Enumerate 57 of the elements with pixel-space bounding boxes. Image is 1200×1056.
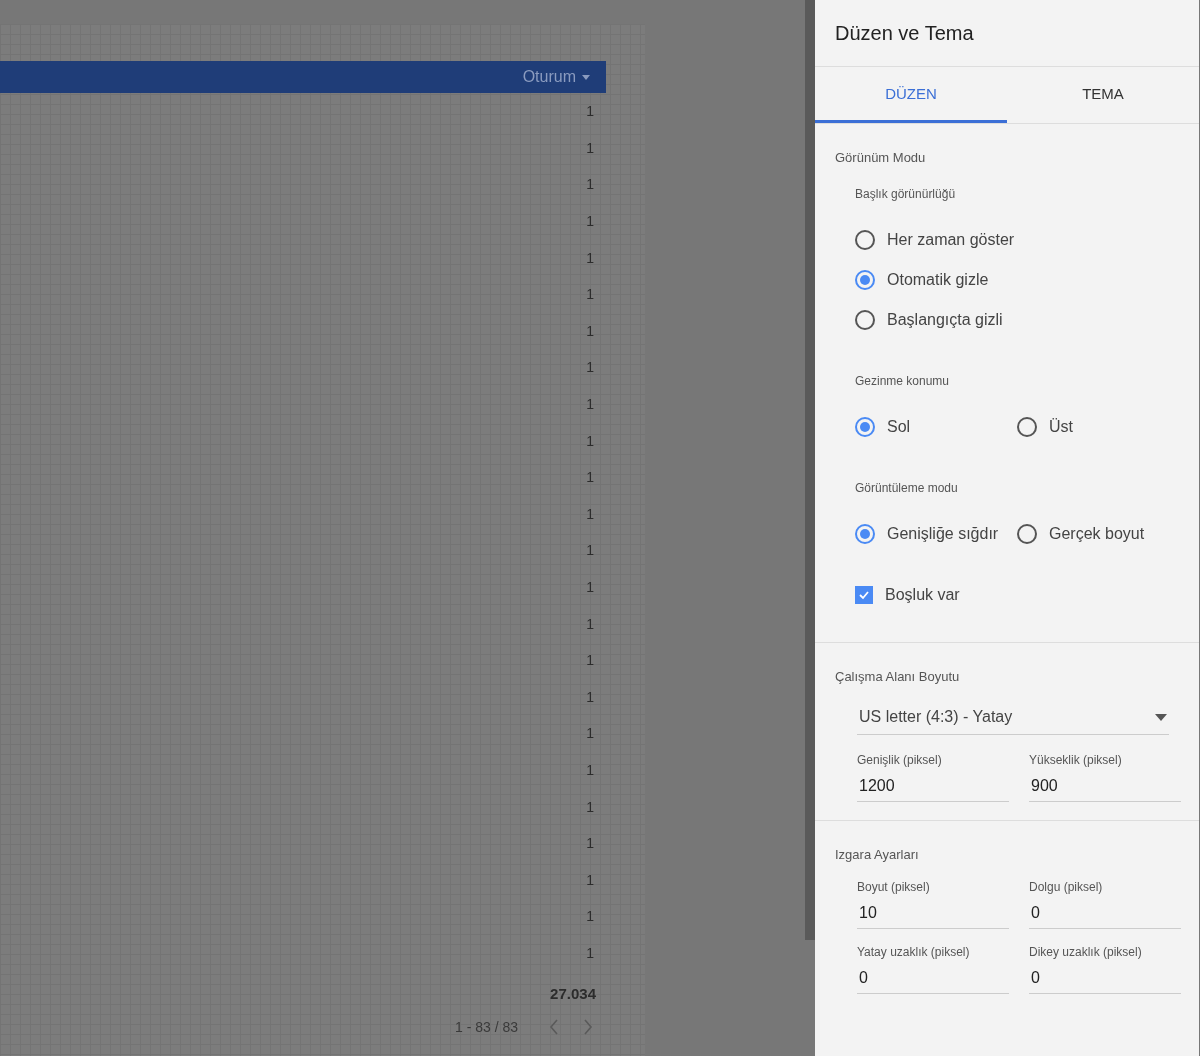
table-cell-text: 1 [585,907,595,927]
table-cell-text: 1 [585,395,595,415]
radio-option[interactable]: Her zaman göster [855,230,1179,250]
radio-option[interactable]: Gerçek boyut [1017,524,1179,544]
table-cell-text: 1 [585,724,595,744]
table-cell-text: 1 [585,651,595,671]
tab[interactable]: TEMA [1007,67,1199,123]
radio-option[interactable]: Otomatik gizle [855,270,1179,290]
group-label: Gezinme konumu [855,374,951,388]
radio-option[interactable]: Başlangıçta gizli [855,310,1179,330]
radio-option[interactable]: Üst [1017,417,1179,437]
input-field[interactable]: Yükseklik (piksel) 900 [1029,753,1181,802]
column-header: Oturum [522,68,576,86]
radio-option[interactable]: Genişliğe sığdır [855,524,1017,544]
tab[interactable]: DÜZEN [815,67,1007,123]
table-cell-text: 1 [585,285,595,305]
section-title: Çalışma Alanı Boyutu [835,669,961,684]
table-cell-text: 1 [585,578,595,597]
section-title: Izgara Ayarları [835,847,920,862]
table-cell-text: 1 [585,541,595,561]
input-field[interactable]: Dolgu (piksel) 0 [1029,880,1181,929]
table-cell-text: 1 [585,138,595,158]
table-cell-text: 1 [585,212,595,232]
input-field[interactable]: Yatay uzaklık (piksel) 0 [857,945,1009,994]
table-cell-text: 1 [585,248,595,268]
radio-option[interactable]: Sol [855,417,1017,437]
input-field[interactable]: Boyut (piksel) 10 [857,880,1009,929]
table-cell-text: 1 [585,504,595,524]
table-cell-text: 1 [585,687,595,707]
table-cell-text: 1 [585,468,595,488]
checkbox-option[interactable]: Boşluk var [855,586,960,604]
table-cell-text: 1 [585,321,595,341]
dropdown-caret-icon [1155,713,1167,721]
panel-title: Düzen ve Tema [815,0,1199,67]
table-cell-text: 1 [585,175,595,195]
table-cell-text: 1 [585,834,595,854]
input-field[interactable]: Dikey uzaklık (piksel) 0 [1029,945,1181,994]
sort-caret-icon [582,74,590,80]
scrollbar[interactable] [805,0,815,940]
input-field[interactable]: Genişlik (piksel) 1200 [857,753,1009,802]
pagination-text: 1 - 83 / 83 [454,1019,518,1036]
group-label: Görüntüleme modu [855,481,959,495]
table-header[interactable]: Oturum [0,61,606,93]
table-cell-text: 1 [585,431,595,451]
table-cell-text: 1 [585,870,595,890]
group-label: Başlık görünürlüğü [855,187,957,201]
total-value: 27.034 [549,985,597,1003]
size-dropdown[interactable]: US letter (4:3) - Yatay [857,700,1169,735]
previous-page-button[interactable] [548,1018,560,1037]
table-cell-text: 1 [585,102,595,122]
table-cell-text: 1 [585,358,595,378]
next-page-button[interactable] [582,1018,594,1037]
table-cell-text: 1 [585,943,595,963]
table-cell-text: 1 [585,797,595,817]
section-title: Görünüm Modu [835,150,927,165]
table-cell-text: 1 [585,614,595,634]
table-cell-text: 1 [585,761,595,780]
